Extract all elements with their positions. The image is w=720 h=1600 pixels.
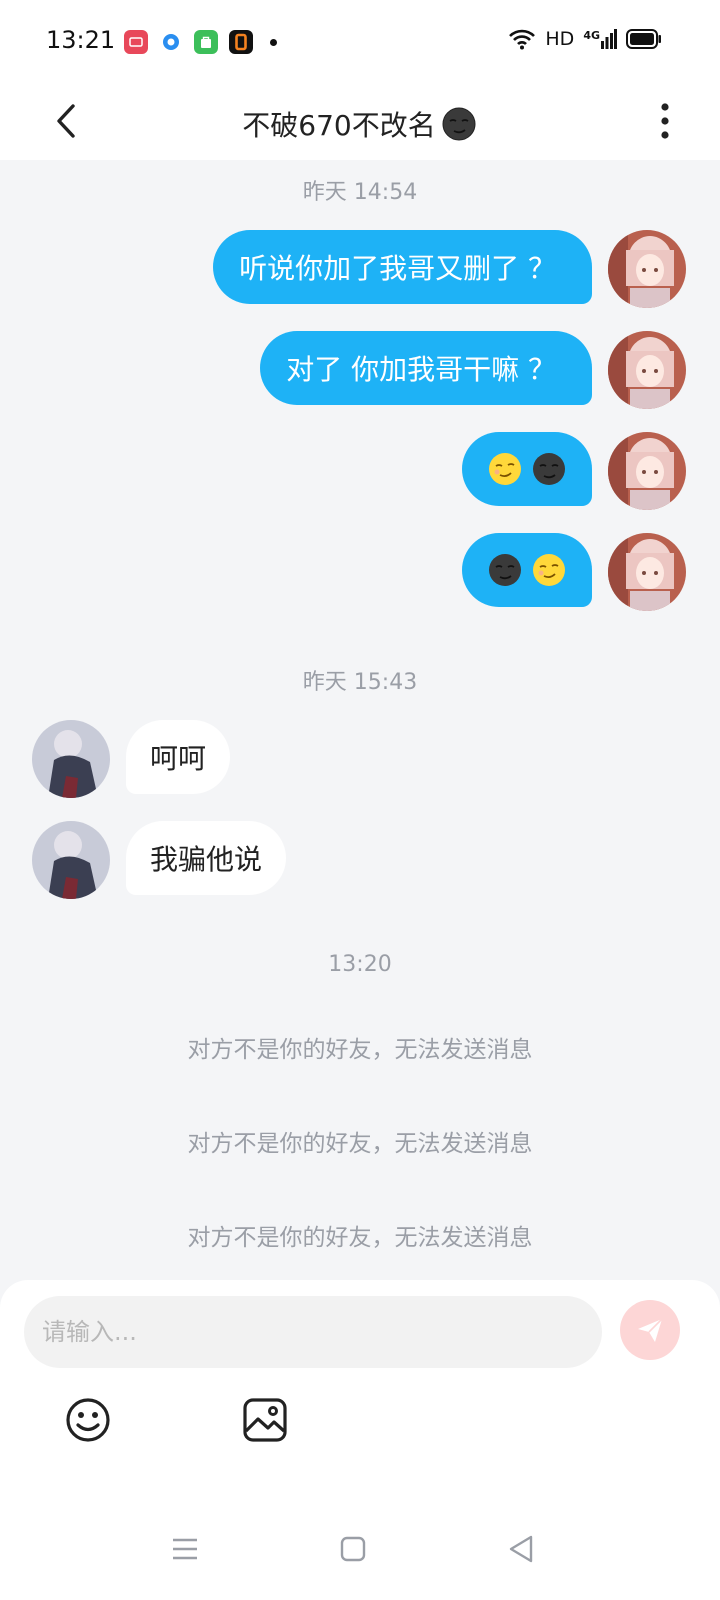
message-text: 听说你加了我哥又删了 ？ <box>239 252 556 285</box>
smiley-icon <box>66 1398 110 1442</box>
new-moon-face-emoji <box>489 554 521 586</box>
signal-icon <box>601 29 617 49</box>
blue-app-icon <box>159 30 183 54</box>
sent-message-row: 听说你加了我哥又删了 ？ <box>213 230 686 308</box>
notification-icons <box>124 30 277 54</box>
status-bar: 13:21 HD 4G <box>0 0 720 86</box>
received-message-row: 呵呵 <box>32 720 231 798</box>
sent-message-bubble[interactable]: 对了 你加我哥干嘛 ？ <box>260 331 592 405</box>
message-text: 呵呵 <box>150 742 207 775</box>
green-bag-app-icon <box>194 30 218 54</box>
system-back-button[interactable] <box>496 1524 546 1574</box>
status-time: 13:21 <box>46 26 116 54</box>
message-text: 对了 你加我哥干嘛 ？ <box>286 353 556 386</box>
system-notice: 对方不是你的好友，无法发送消息 <box>187 1225 533 1251</box>
received-message-bubble[interactable]: 我骗他说 <box>126 821 287 895</box>
smirk-face-emoji <box>533 554 565 586</box>
sent-emoji-bubble[interactable] <box>462 533 592 607</box>
sent-message-row <box>462 533 686 611</box>
send-button[interactable] <box>620 1300 680 1360</box>
contact-name: 不破670不改名 <box>242 109 436 142</box>
menu-icon <box>173 1538 197 1560</box>
signal-indicator: 4G <box>583 29 617 49</box>
system-notice: 对方不是你的好友，无法发送消息 <box>187 1037 533 1063</box>
red-app-icon <box>124 30 148 54</box>
chat-messages[interactable]: 昨天 14:54 听说你加了我哥又删了 ？ 对了 你加我哥干嘛 ？ 昨天 15:… <box>0 160 720 1300</box>
home-button[interactable] <box>328 1524 378 1574</box>
more-notifications-dot <box>270 38 277 46</box>
paper-plane-icon <box>638 1318 663 1342</box>
timestamp: 昨天 14:54 <box>302 180 418 205</box>
battery-icon <box>626 29 661 49</box>
sent-message-row <box>462 432 686 510</box>
received-message-row: 我骗他说 <box>32 821 287 899</box>
more-options-button[interactable] <box>650 94 680 148</box>
received-message-bubble[interactable]: 呵呵 <box>126 720 231 794</box>
sent-message-bubble[interactable]: 听说你加了我哥又删了 ？ <box>213 230 592 304</box>
my-avatar[interactable] <box>608 432 686 510</box>
new-moon-face-emoji <box>442 107 476 141</box>
system-nav-bar <box>0 1500 720 1600</box>
hd-label: HD <box>545 28 575 50</box>
system-icons: HD 4G <box>508 28 662 50</box>
timestamp: 13:20 <box>328 952 392 977</box>
contact-avatar[interactable] <box>32 720 110 798</box>
smirk-face-emoji <box>489 453 521 485</box>
wifi-icon <box>509 29 536 50</box>
network-type-label: 4G <box>583 29 600 42</box>
contact-avatar[interactable] <box>32 821 110 899</box>
timestamp: 昨天 15:43 <box>302 670 418 695</box>
message-text: 我骗他说 <box>150 843 263 876</box>
page-title: 不破670不改名 <box>0 104 720 144</box>
system-notice: 对方不是你的好友，无法发送消息 <box>187 1131 533 1157</box>
new-moon-face-emoji <box>533 453 565 485</box>
chat-header: 不破670不改名 <box>0 86 720 160</box>
sent-message-row: 对了 你加我哥干嘛 ？ <box>260 331 686 409</box>
more-vertical-icon <box>661 103 669 139</box>
my-avatar[interactable] <box>608 533 686 611</box>
back-triangle-icon <box>509 1535 533 1563</box>
menu-button[interactable] <box>160 1524 210 1574</box>
sent-emoji-bubble[interactable] <box>462 432 592 506</box>
zero-app-icon <box>229 30 253 54</box>
emoji-button[interactable] <box>60 1392 116 1448</box>
message-input[interactable] <box>24 1296 602 1368</box>
image-icon <box>243 1398 287 1442</box>
my-avatar[interactable] <box>608 230 686 308</box>
my-avatar[interactable] <box>608 331 686 409</box>
image-button[interactable] <box>237 1392 293 1448</box>
home-square-icon <box>340 1536 366 1562</box>
